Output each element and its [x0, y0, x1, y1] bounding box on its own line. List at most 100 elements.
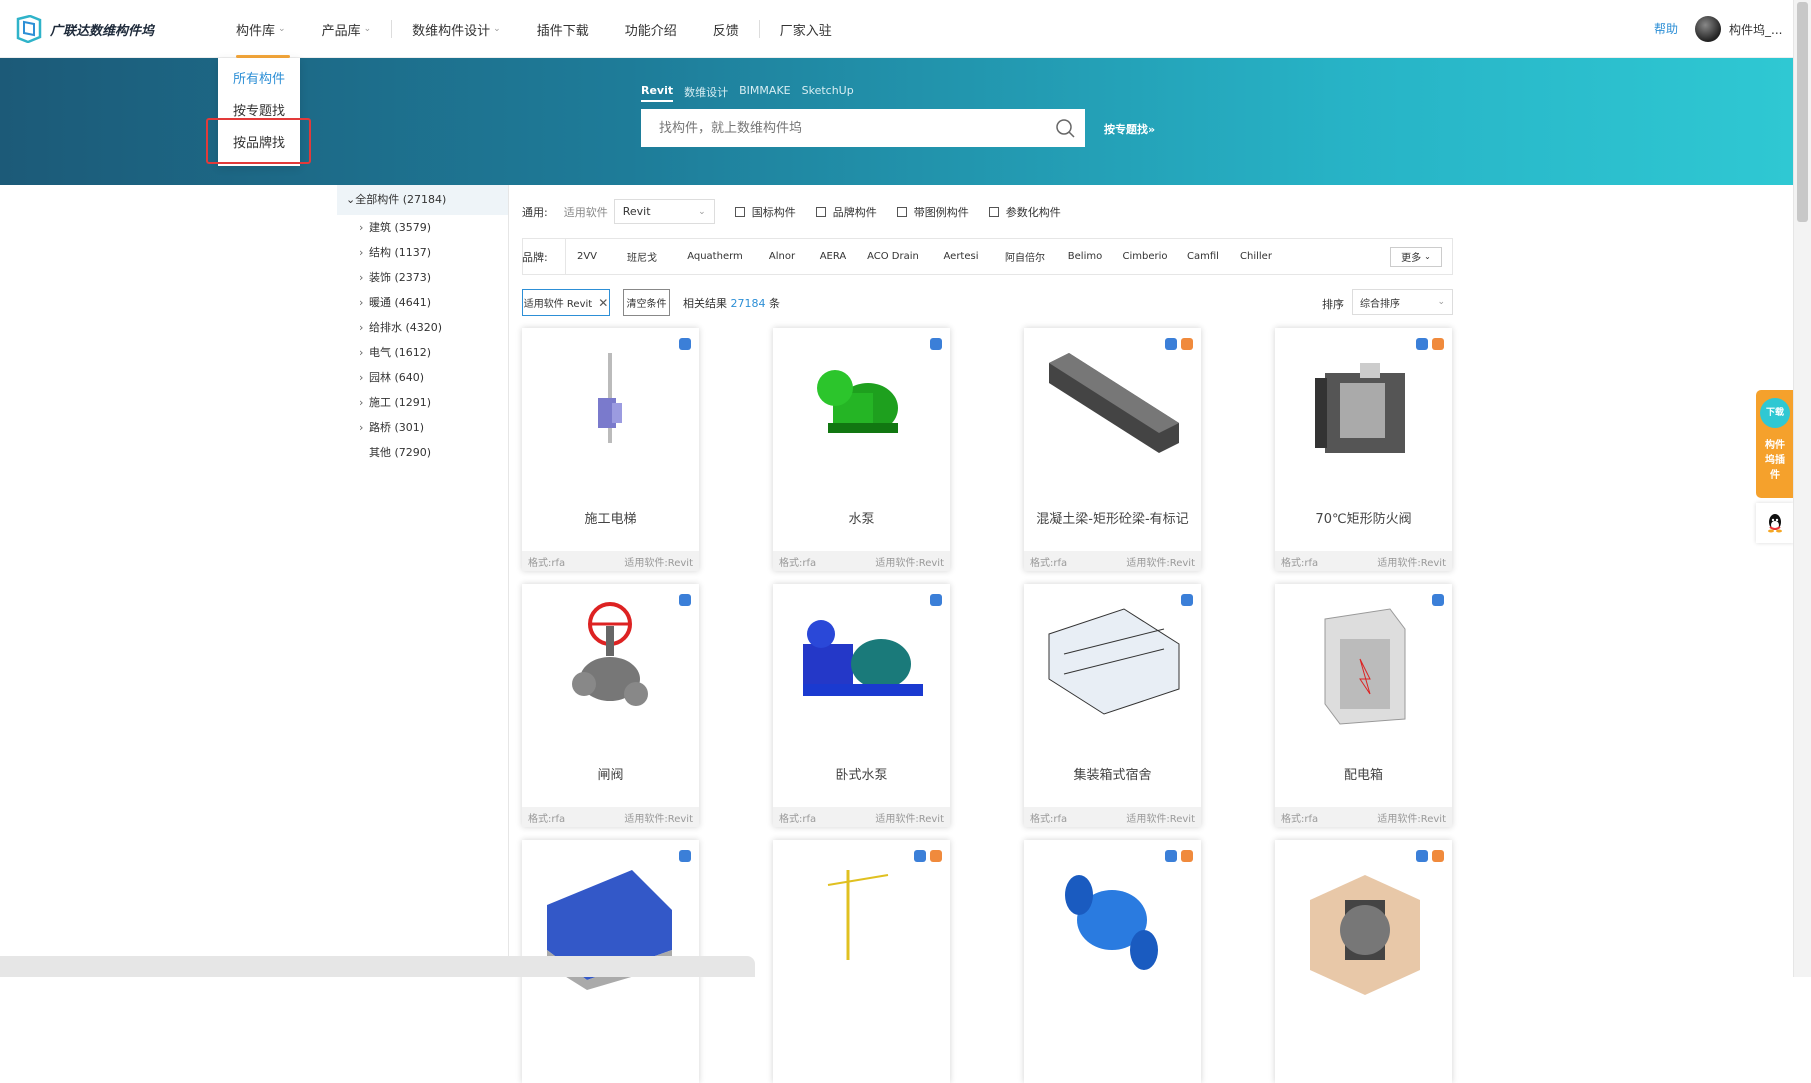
active-filter-tag[interactable]: 适用软件 Revit ✕	[522, 289, 610, 316]
dropdown-item-all[interactable]: 所有构件	[218, 64, 300, 96]
card-badges	[1181, 594, 1193, 606]
card-format: 格式:rfa	[528, 813, 566, 825]
brand-item[interactable]: Cimberio	[1112, 251, 1178, 262]
horizontal-scrollbar[interactable]	[0, 956, 755, 977]
user-menu[interactable]: 构件坞_...	[1695, 16, 1782, 42]
card-title[interactable]: 施工电梯	[522, 508, 699, 527]
sidebar-item[interactable]: › 结构 (1137)	[337, 240, 508, 265]
logo-icon	[16, 15, 42, 43]
component-card[interactable]: 70℃矩形防火阀 格式:rfa 适用软件:Revit	[1275, 328, 1452, 571]
revit-badge-icon	[679, 338, 691, 350]
checkbox-brand[interactable]: 品牌构件	[815, 204, 877, 220]
download-badge: 下载	[1760, 398, 1790, 428]
software-select[interactable]: Revit ⌄	[613, 199, 715, 224]
search-button[interactable]	[1045, 109, 1085, 147]
brand-item[interactable]: 2VV	[566, 251, 608, 262]
brand-item[interactable]: Aquatherm	[676, 251, 754, 262]
qq-contact-button[interactable]	[1756, 503, 1794, 543]
nav-product-library[interactable]: 产品库 ⌄	[304, 0, 390, 58]
brand-item[interactable]: Belimo	[1058, 251, 1112, 262]
plugin-float-button[interactable]: 下载 构件坞插件	[1756, 390, 1794, 498]
category-root[interactable]: ⌄全部构件 (27184)	[337, 185, 508, 215]
brand-item[interactable]: Aertesi	[930, 251, 992, 262]
brand-item[interactable]: 阿自倍尔	[992, 249, 1058, 264]
general-filter-row: 通用: 适用软件 Revit ⌄ 国标构件 品牌构件 带图例构件 参数化构件	[522, 199, 1061, 224]
revit-badge-icon	[1165, 850, 1177, 862]
brand-badge-icon	[930, 850, 942, 862]
logo[interactable]: 广联达数维构件坞	[16, 15, 154, 43]
card-title[interactable]: 70℃矩形防火阀	[1275, 508, 1452, 527]
chevron-right-icon: ›	[359, 296, 364, 309]
card-title[interactable]: 闸阀	[522, 764, 699, 783]
card-title[interactable]: 卧式水泵	[773, 764, 950, 783]
sidebar-item[interactable]: › 园林 (640)	[337, 365, 508, 390]
brand-list: 2VV 班尼戈 Aquatherm Alnor AERA ACO Drain Aertesi…	[566, 249, 1390, 264]
brand-item[interactable]: ACO Drain	[856, 251, 930, 262]
nav-vendor-join[interactable]: 厂家入驻	[762, 0, 850, 58]
brand-badge-icon	[1181, 850, 1193, 862]
more-brands-button[interactable]: 更多 ⌄	[1390, 246, 1442, 267]
card-footer: 格式:rfa 适用软件:Revit	[522, 551, 699, 571]
card-title[interactable]: 混凝土梁-矩形砼梁-有标记	[1024, 508, 1201, 527]
card-badges	[1416, 338, 1444, 350]
brand-item[interactable]: Chiller	[1228, 251, 1284, 262]
component-card[interactable]	[1275, 840, 1452, 1083]
component-card[interactable]: 混凝土梁-矩形砼梁-有标记 格式:rfa 适用软件:Revit	[1024, 328, 1201, 571]
sort-select[interactable]: 综合排序 ⌄	[1352, 289, 1453, 315]
general-filter-label: 通用:	[522, 205, 548, 219]
sidebar-item[interactable]: › 电气 (1612)	[337, 340, 508, 365]
brand-item[interactable]: Camfil	[1178, 251, 1228, 262]
checkbox-parametric[interactable]: 参数化构件	[988, 204, 1061, 220]
nav-plugin-download[interactable]: 插件下载	[519, 0, 607, 58]
nav-feedback[interactable]: 反馈	[695, 0, 757, 58]
sidebar-item[interactable]: › 暖通 (4641)	[337, 290, 508, 315]
card-badges	[930, 338, 942, 350]
checkbox-legend[interactable]: 带图例构件	[896, 204, 969, 220]
card-format: 格式:rfa	[1281, 813, 1319, 825]
component-card[interactable]: 施工电梯格式:rfa 适用软件:Revit	[522, 328, 699, 571]
clear-filters-button[interactable]: 清空条件	[623, 289, 670, 316]
sidebar-item[interactable]: › 给排水 (4320)	[337, 315, 508, 340]
brand-badge-icon	[1181, 338, 1193, 350]
component-thumbnail	[1065, 875, 1158, 970]
sidebar-item[interactable]: › 装饰 (2373)	[337, 265, 508, 290]
component-card[interactable]: 配电箱 格式:rfa 适用软件:Revit	[1275, 584, 1452, 827]
nav-component-design[interactable]: 数维构件设计 ⌄	[394, 0, 519, 58]
component-card[interactable]: 集装箱式宿舍 格式:rfa 适用软件:Revit	[1024, 584, 1201, 827]
vertical-scrollbar[interactable]	[1793, 0, 1811, 977]
search-tab-sketchup[interactable]: SketchUp	[802, 84, 854, 102]
nav-features[interactable]: 功能介绍	[607, 0, 695, 58]
search-tab-shuwei[interactable]: 数维设计	[684, 84, 728, 102]
sidebar-item[interactable]: › 路桥 (301)	[337, 415, 508, 440]
checkbox-icon	[988, 206, 999, 217]
checkbox-national-standard[interactable]: 国标构件	[734, 204, 796, 220]
help-link[interactable]: 帮助	[1654, 20, 1678, 37]
search-tab-revit[interactable]: Revit	[641, 84, 674, 102]
card-title[interactable]: 水泵	[773, 508, 950, 527]
component-card[interactable]: 水泵 格式:rfa 适用软件:Revit	[773, 328, 950, 571]
component-card[interactable]	[1024, 840, 1201, 1083]
component-card[interactable]	[773, 840, 950, 1083]
search-tab-bimmake[interactable]: BIMMAKE	[739, 84, 790, 102]
scrollbar-thumb[interactable]	[1797, 2, 1808, 222]
card-badges	[679, 594, 691, 606]
category-sidebar: ⌄全部构件 (27184) › 建筑 (3579) › 结构 (1137) › 装饰 (2…	[337, 185, 509, 977]
nav-component-library[interactable]: 构件库 ⌄	[218, 0, 304, 58]
topic-search-link[interactable]: 按专题找»	[1104, 121, 1155, 137]
search-input[interactable]	[641, 119, 1045, 137]
component-card[interactable]: 卧式水泵 格式:rfa 适用软件:Revit	[773, 584, 950, 827]
sidebar-item[interactable]: › 建筑 (3579)	[337, 215, 508, 240]
card-format: 格式:rfa	[1030, 557, 1068, 569]
brand-item[interactable]: AERA	[810, 251, 856, 262]
chevron-down-icon: ⌄	[346, 193, 356, 206]
card-title[interactable]: 配电箱	[1275, 764, 1452, 783]
main-nav: 构件库 ⌄ 产品库 ⌄ 数维构件设计 ⌄ 插件下载 功能介绍 反馈 厂家入驻	[218, 0, 850, 58]
nav-divider	[391, 20, 393, 38]
component-card[interactable]: 闸阀 格式:rfa 适用软件:Revit	[522, 584, 699, 827]
card-title[interactable]: 集装箱式宿舍	[1024, 764, 1201, 783]
sidebar-item[interactable]: › 施工 (1291)	[337, 390, 508, 415]
sidebar-item[interactable]: 其他 (7290)	[337, 440, 508, 465]
brand-item[interactable]: 班尼戈	[608, 249, 676, 264]
close-icon[interactable]: ✕	[598, 296, 608, 310]
brand-item[interactable]: Alnor	[754, 251, 810, 262]
